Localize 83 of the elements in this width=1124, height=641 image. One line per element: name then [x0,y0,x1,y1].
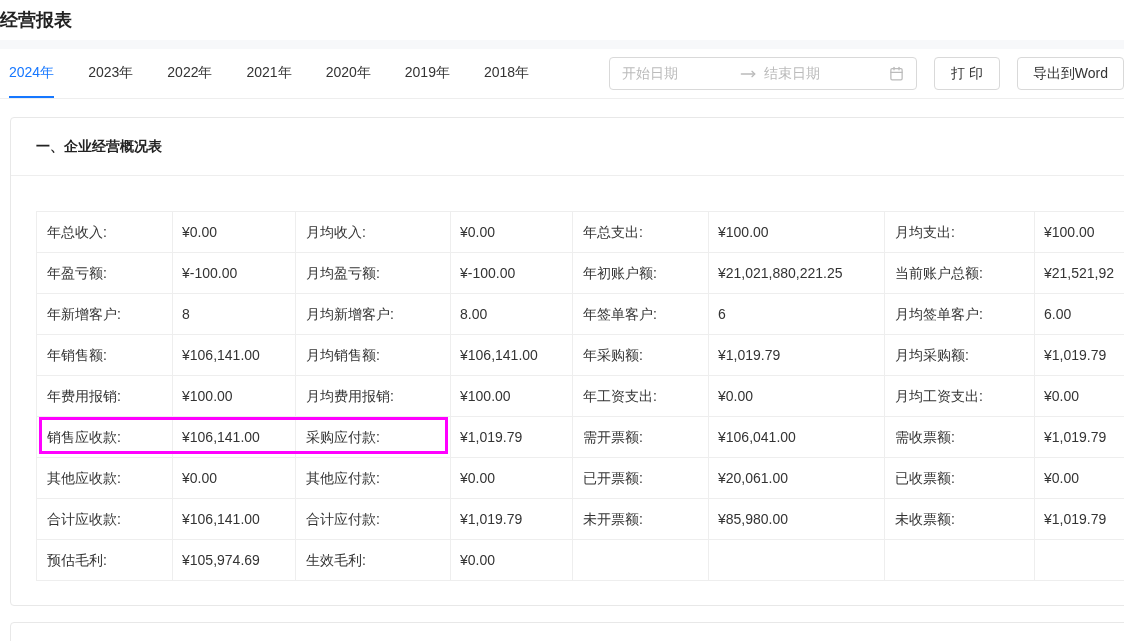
field-label: 月均费用报销: [306,387,394,404]
start-date-field[interactable]: 开始日期 [621,63,732,84]
field-value: ¥100.00 [460,387,511,404]
field-value: ¥1,019.79 [718,346,781,363]
year-tab[interactable]: 2024年 [9,49,55,98]
year-tab[interactable]: 2019年 [404,49,450,98]
field-value: ¥20,061.00 [718,469,789,486]
field-label: 其他应付款: [306,469,380,486]
field-label: 月均新增客户: [306,305,394,322]
field-label: 年采购额: [583,346,643,363]
field-label: 月均销售额: [306,346,380,363]
field-value: ¥0.00 [182,469,218,486]
field-label: 年工资支出: [583,387,657,404]
field-label: 月均支出: [895,223,955,240]
field-value: ¥21,021,880,221.25 [718,264,843,281]
field-value: ¥-100.00 [460,264,516,281]
field-label: 月均工资支出: [895,387,983,404]
field-label: 生效毛利: [306,551,366,568]
field-label: 年总收入: [47,223,107,240]
field-value: 6.00 [1044,305,1072,322]
year-tab[interactable]: 2020年 [325,49,371,98]
field-label: 需收票额: [895,428,955,445]
field-label: 年销售额: [47,346,107,363]
field-value: 8 [182,305,190,322]
field-label: 当前账户总额: [895,264,983,281]
field-value: ¥21,521,92 [1044,264,1115,281]
field-label: 合计应收款: [47,510,121,527]
field-label: 合计应付款: [306,510,380,527]
print-button[interactable]: 打 印 [933,57,1000,90]
field-label: 年新增客户: [47,305,121,322]
field-value: ¥100.00 [1044,223,1095,240]
field-value: ¥106,141.00 [460,346,538,363]
year-tab[interactable]: 2021年 [246,49,292,98]
field-value: ¥106,141.00 [182,346,260,363]
field-label: 年费用报销: [47,387,121,404]
field-label: 年签单客户: [583,305,657,322]
field-label: 需开票额: [583,428,643,445]
field-value: ¥1,019.79 [1044,510,1107,527]
calendar-icon [888,66,904,81]
field-value: ¥106,141.00 [182,510,260,527]
field-label: 销售应收款: [47,428,121,445]
year-tab[interactable]: 2023年 [88,49,134,98]
field-label: 未开票额: [583,510,643,527]
field-value: ¥100.00 [718,223,769,240]
field-value: ¥0.00 [460,223,496,240]
field-value: 8.00 [460,305,488,322]
field-label: 年初账户额: [583,264,657,281]
field-value: ¥0.00 [460,551,496,568]
field-label: 月均收入: [306,223,366,240]
field-value: ¥0.00 [1044,387,1080,404]
date-range-field[interactable]: 开始日期 结束日期 [608,57,917,90]
field-value: ¥0.00 [1044,469,1080,486]
field-value: ¥0.00 [718,387,754,404]
export-button[interactable]: 导出到Word [1016,57,1124,90]
field-value: ¥106,141.00 [182,428,260,445]
field-label: 月均盈亏额: [306,264,380,281]
field-value: ¥-100.00 [182,264,238,281]
field-label: 预估毛利: [47,551,107,568]
field-value: ¥0.00 [182,223,218,240]
end-date-field[interactable]: 结束日期 [763,63,874,84]
page-title: 经营报表 [0,8,72,32]
field-label: 未收票额: [895,510,955,527]
field-value: 6 [718,305,726,322]
field-value: ¥1,019.79 [460,428,523,445]
field-value: ¥105,974.69 [182,551,260,568]
field-label: 年盈亏额: [47,264,107,281]
field-value: ¥0.00 [460,469,496,486]
field-label: 其他应收款: [47,469,121,486]
field-value: ¥100.00 [182,387,233,404]
field-label: 已开票额: [583,469,643,486]
field-label: 月均签单客户: [895,305,983,322]
field-value: ¥1,019.79 [1044,346,1107,363]
field-value: ¥1,019.79 [460,510,523,527]
field-value: ¥106,041.00 [718,428,796,445]
year-tab[interactable]: 2022年 [167,49,213,98]
field-label: 年总支出: [583,223,643,240]
field-label: 月均采购额: [895,346,969,363]
year-tab[interactable]: 2018年 [483,49,530,98]
field-label: 已收票额: [895,469,955,486]
field-label: 采购应付款: [306,428,380,445]
field-value: ¥85,980.00 [718,510,789,527]
section-title: 一、企业经营概况表 [36,137,162,156]
field-value: ¥1,019.79 [1044,428,1107,445]
